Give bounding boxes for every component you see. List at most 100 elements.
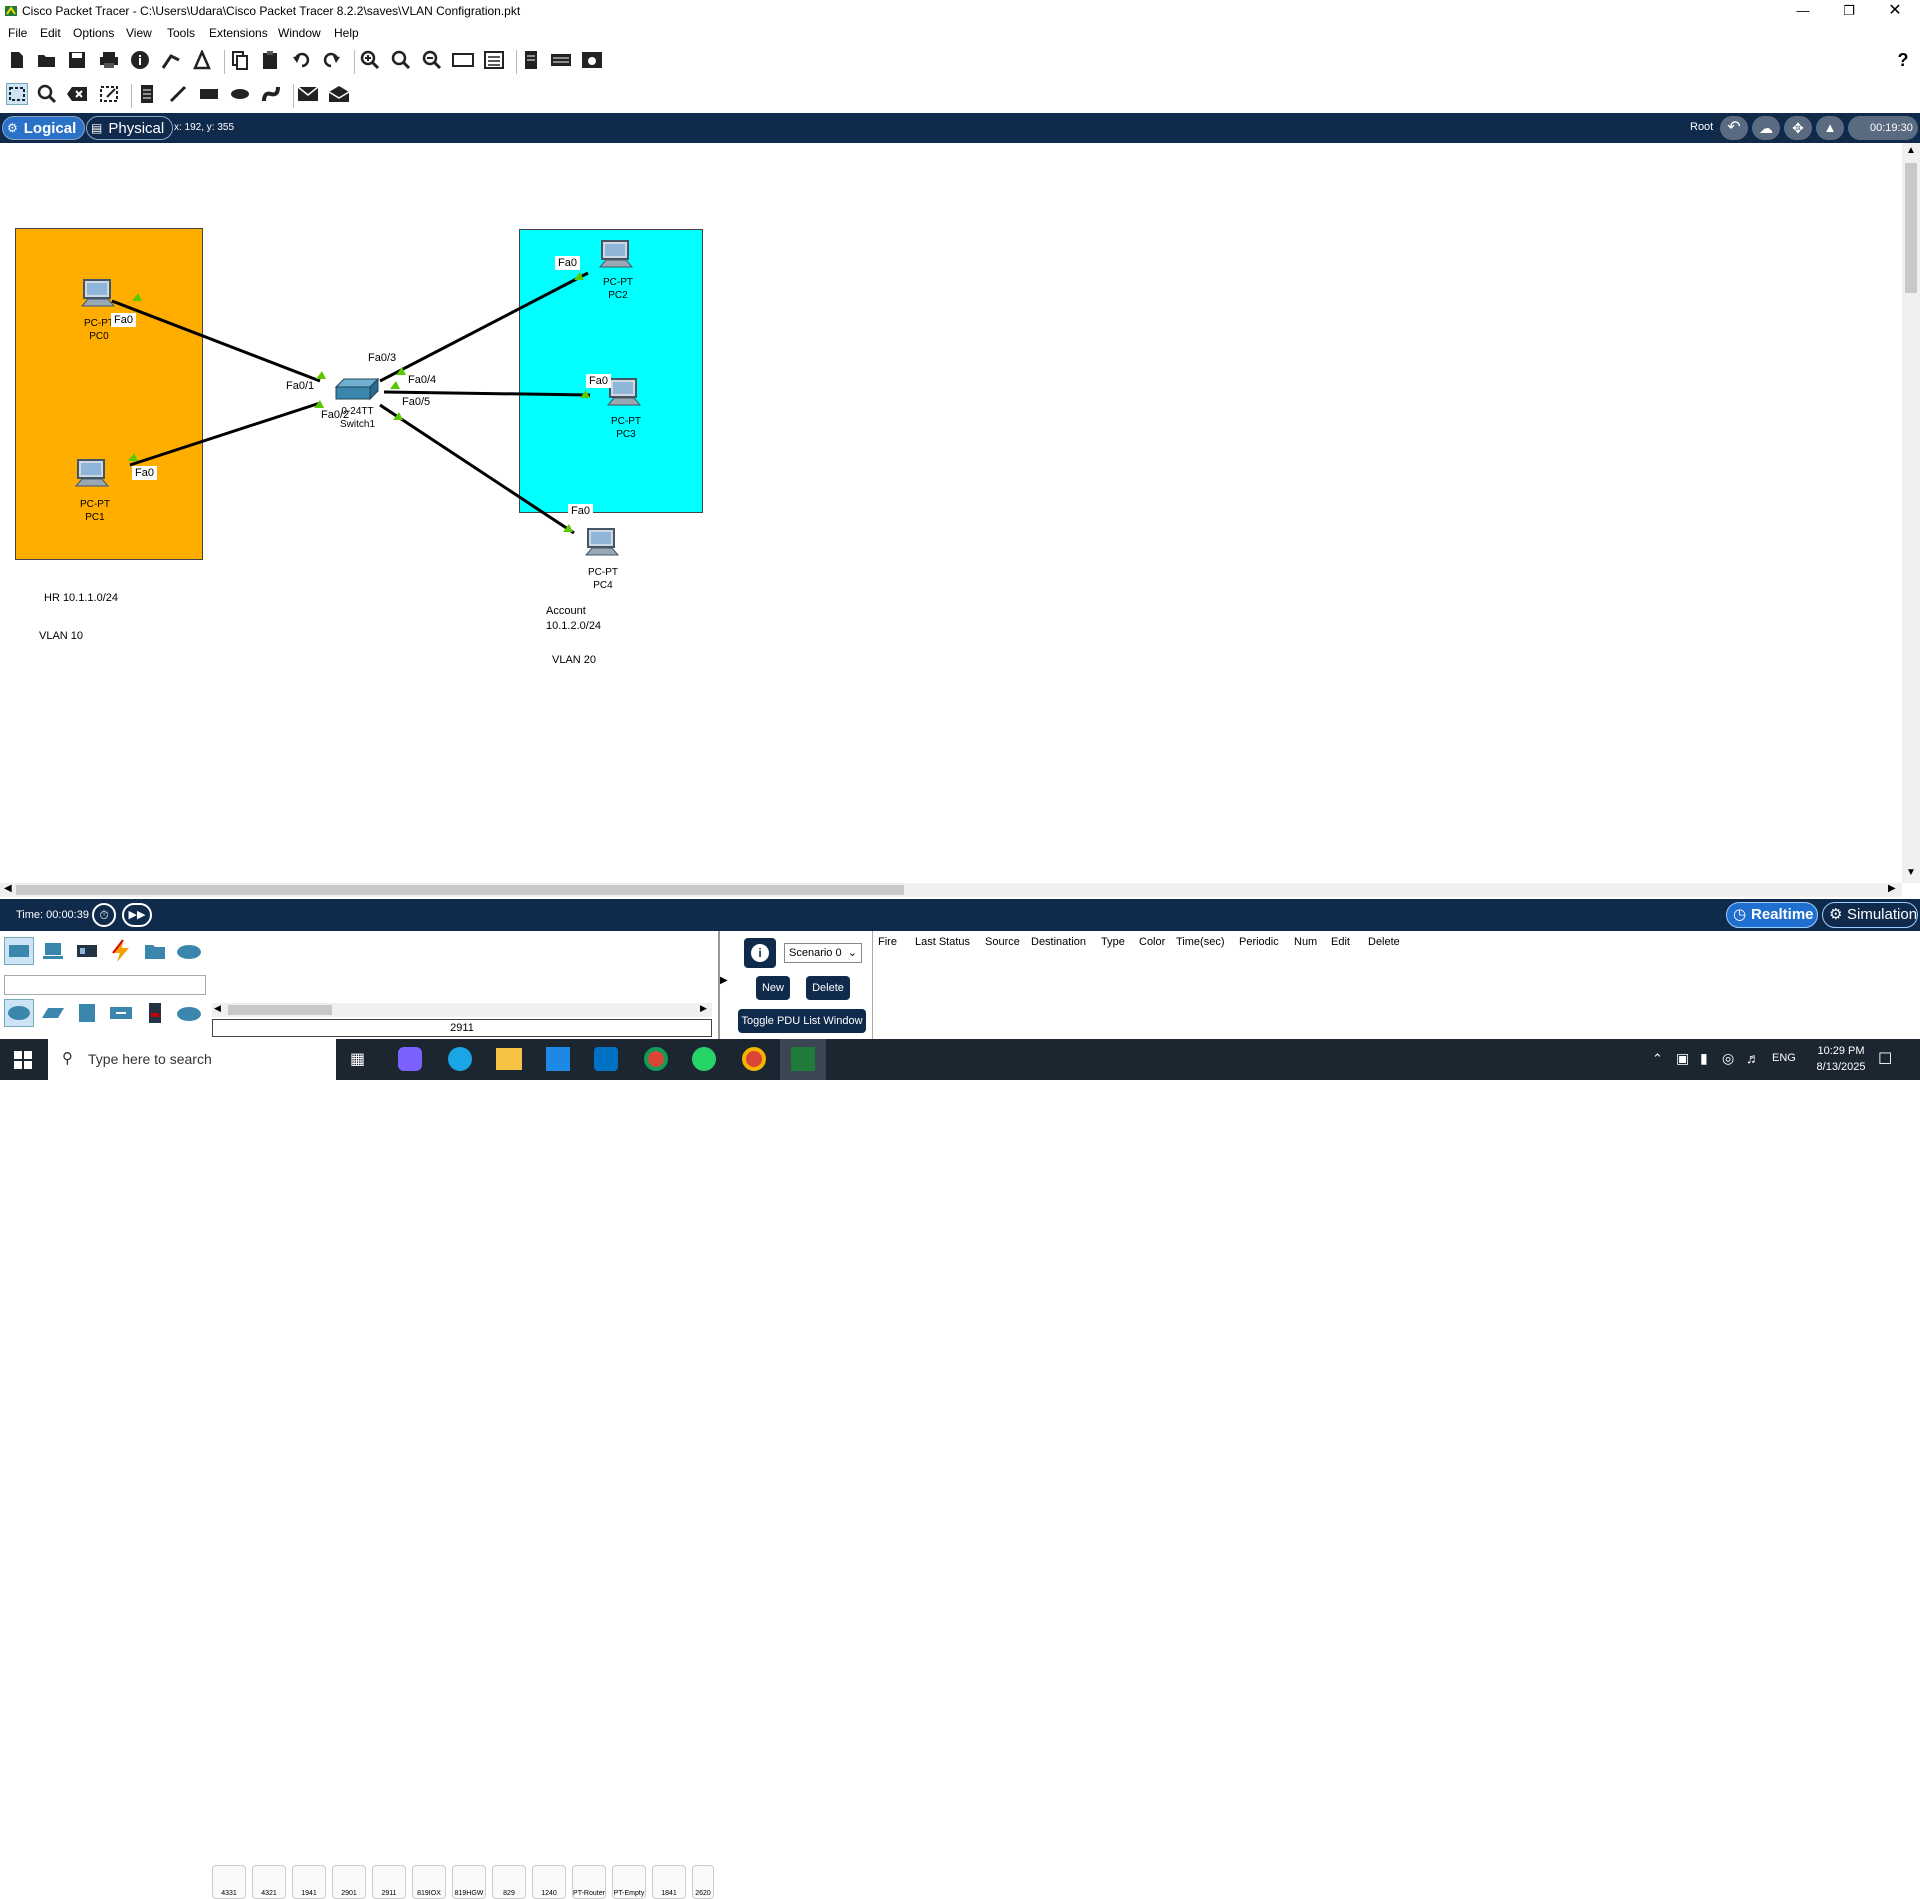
copilot-icon[interactable] — [398, 1047, 422, 1071]
pdu-col-time[interactable]: Time(sec) — [1176, 936, 1224, 948]
copy-icon[interactable] — [229, 49, 251, 71]
taskbar-clock[interactable]: 10:29 PM 8/13/2025 — [1808, 1043, 1874, 1075]
microsoft-store-icon[interactable] — [546, 1047, 570, 1071]
pc4-icon[interactable] — [584, 527, 620, 559]
scroll-right-icon[interactable]: ▶ — [700, 1003, 707, 1014]
resize-icon[interactable] — [98, 83, 120, 105]
new-icon[interactable] — [6, 49, 28, 71]
switch-icon[interactable] — [334, 377, 380, 403]
save-icon[interactable] — [66, 49, 88, 71]
inspect-icon[interactable] — [36, 83, 58, 105]
outlook-icon[interactable] — [594, 1047, 618, 1071]
link-pc0-sw[interactable] — [111, 299, 321, 383]
set-background-icon[interactable]: ▲ — [1816, 116, 1844, 140]
miscellaneous-icon[interactable] — [140, 937, 170, 965]
scenario-select[interactable]: Scenario 0 ⌄ — [784, 943, 862, 963]
network-devices-icon[interactable] — [4, 937, 34, 965]
physical-tab[interactable]: ▤ Physical — [86, 116, 174, 140]
simulation-tab[interactable]: ⚙ Simulation — [1822, 902, 1918, 928]
scroll-left-icon[interactable]: ◀ — [214, 1003, 221, 1014]
volume-icon[interactable]: ♬ — [1746, 1050, 1760, 1066]
power-cycle-icon[interactable]: ⏱ — [92, 903, 116, 927]
menu-edit[interactable]: Edit — [40, 26, 61, 40]
pc1-icon[interactable] — [74, 458, 110, 490]
device-model-tile[interactable]: 1941 — [292, 1865, 326, 1899]
pdu-col-type[interactable]: Type — [1101, 936, 1125, 948]
notifications-icon[interactable]: ☐ — [1878, 1049, 1892, 1069]
line-icon[interactable] — [167, 83, 189, 105]
restore-icon[interactable]: ❐ — [1826, 0, 1872, 22]
network-wizard-icon[interactable] — [160, 49, 182, 71]
whatsapp-icon[interactable] — [692, 1047, 716, 1071]
packet-tracer-task[interactable] — [780, 1039, 826, 1080]
scroll-right-icon[interactable]: ▶ — [1888, 883, 1896, 894]
move-object-icon[interactable]: ✥ — [1784, 116, 1812, 140]
drawing-palette-icon[interactable] — [452, 49, 474, 71]
globe-icon[interactable]: ◎ — [1722, 1050, 1734, 1067]
info-icon[interactable] — [129, 49, 151, 71]
zoom-in-icon[interactable] — [359, 49, 381, 71]
end-devices-icon[interactable] — [38, 937, 68, 965]
wireless-devices-icon[interactable] — [106, 999, 136, 1027]
link-pc3-sw[interactable] — [383, 390, 591, 397]
viewport-icon[interactable] — [550, 49, 572, 71]
device-model-tile[interactable]: 819IOX — [412, 1865, 446, 1899]
taskbar-search-box[interactable]: ⚲ Type here to search — [48, 1039, 336, 1080]
collapse-arrow-icon[interactable]: ▶ — [720, 975, 728, 986]
device-model-tile[interactable]: PT-Router — [572, 1865, 606, 1899]
scroll-up-icon[interactable]: ▲ — [1906, 145, 1916, 156]
chrome-icon[interactable] — [644, 1047, 668, 1071]
help-icon[interactable]: ? — [1892, 49, 1914, 71]
close-icon[interactable]: ✕ — [1872, 0, 1918, 22]
add-complex-pdu-icon[interactable] — [328, 83, 350, 105]
routers-icon[interactable] — [4, 999, 34, 1027]
account-name-note[interactable]: Account — [546, 605, 586, 617]
pc3-icon[interactable] — [606, 377, 642, 409]
vertical-scrollbar[interactable]: ▲ ▼ — [1902, 143, 1920, 883]
device-model-tile[interactable]: 1240 — [532, 1865, 566, 1899]
pdu-info-button[interactable]: i — [744, 938, 776, 968]
toggle-pdu-list-button[interactable]: Toggle PDU List Window — [738, 1009, 866, 1033]
redo-icon[interactable] — [321, 49, 343, 71]
menu-extensions[interactable]: Extensions — [209, 26, 268, 40]
menu-view[interactable]: View — [126, 26, 152, 40]
vertical-scroll-thumb[interactable] — [1905, 163, 1917, 293]
switches-icon[interactable] — [38, 999, 68, 1027]
logical-tab[interactable]: ⚙ Logical — [2, 116, 86, 140]
pdu-col-periodic[interactable]: Periodic — [1239, 936, 1279, 948]
show-hidden-icons[interactable]: ⌃ — [1652, 1051, 1663, 1067]
link-pc2-sw[interactable] — [379, 271, 589, 383]
ellipse-icon[interactable] — [229, 83, 251, 105]
fast-forward-icon[interactable]: ▶▶ — [122, 903, 152, 927]
pdu-col-destination[interactable]: Destination — [1031, 936, 1086, 948]
logical-workspace[interactable]: PC-PT PC0 PC-PT PC1 PC-PT PC2 PC-PT PC3 PC-P… — [0, 143, 1902, 883]
zoom-reset-icon[interactable] — [390, 49, 412, 71]
device-model-tile[interactable]: 2911 — [372, 1865, 406, 1899]
custom-devices-icon[interactable] — [483, 49, 505, 71]
account-vlan-note[interactable]: VLAN 20 — [552, 654, 596, 666]
scroll-left-icon[interactable]: ◀ — [4, 883, 12, 894]
wan-emulation-icon[interactable] — [174, 999, 204, 1027]
pdu-col-last-status[interactable]: Last Status — [915, 936, 970, 948]
connections-icon[interactable] — [106, 937, 136, 965]
pdu-col-source[interactable]: Source — [985, 936, 1020, 948]
menu-tools[interactable]: Tools — [167, 26, 195, 40]
device-model-tile[interactable]: 2620 — [692, 1865, 714, 1899]
horizontal-scrollbar[interactable]: ◀ ▶ — [0, 883, 1902, 897]
pdu-col-edit[interactable]: Edit — [1331, 936, 1350, 948]
chrome-profile-icon[interactable] — [742, 1047, 766, 1071]
hubs-icon[interactable] — [72, 999, 102, 1027]
hr-vlan-note[interactable]: VLAN 10 — [39, 630, 83, 642]
new-cluster-icon[interactable]: ☁ — [1752, 116, 1780, 140]
zoom-out-icon[interactable] — [421, 49, 443, 71]
menu-options[interactable]: Options — [73, 26, 114, 40]
delete-icon[interactable] — [66, 83, 88, 105]
link-pc4-sw[interactable] — [379, 403, 575, 535]
device-model-tile[interactable]: 4331 — [212, 1865, 246, 1899]
pt-options-icon[interactable] — [581, 49, 603, 71]
file-explorer-icon[interactable] — [496, 1048, 522, 1070]
device-list-scroll-thumb[interactable] — [228, 1005, 332, 1015]
hr-subnet-note[interactable]: HR 10.1.1.0/24 — [44, 592, 118, 604]
device-model-tile[interactable]: 829 — [492, 1865, 526, 1899]
battery-icon[interactable]: ▮ — [1700, 1050, 1708, 1067]
